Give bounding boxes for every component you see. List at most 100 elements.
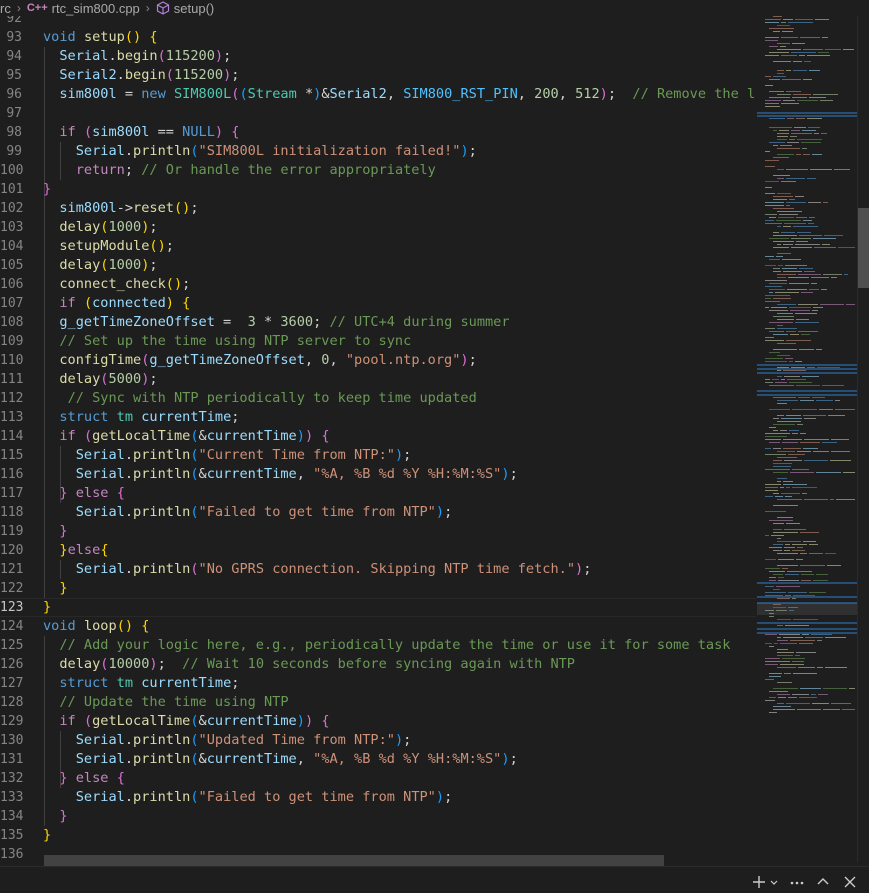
minimap-stroke <box>765 160 779 161</box>
minimap-stroke <box>773 529 782 530</box>
code-line[interactable]: 113 struct tm currentTime; <box>0 408 756 427</box>
chevron-up-icon[interactable] <box>815 874 831 890</box>
code-line[interactable]: 106 connect_check(); <box>0 275 756 294</box>
code-line[interactable]: 134 } <box>0 807 756 826</box>
code-line[interactable]: 97 <box>0 104 756 123</box>
minimap-stroke <box>831 277 837 278</box>
code-line[interactable]: 120 }else{ <box>0 541 756 560</box>
code-line[interactable]: 126 delay(10000); // Wait 10 seconds bef… <box>0 655 756 674</box>
minimap-stroke <box>773 544 783 545</box>
minimap-slider[interactable] <box>757 603 857 615</box>
code-line[interactable]: 92 <box>0 16 756 28</box>
minimap-stroke <box>765 106 780 107</box>
minimap-stroke <box>773 472 788 473</box>
code-line[interactable]: 135} <box>0 826 756 845</box>
vertical-scrollbar[interactable] <box>857 16 869 862</box>
code-editor[interactable]: 92 93 void setup() {94 Serial.begin(115200… <box>0 16 756 862</box>
minimap-stroke <box>765 658 780 659</box>
minimap-stroke <box>795 322 819 323</box>
code-line[interactable]: 125 // Add your logic here, e.g., period… <box>0 636 756 655</box>
minimap-stroke <box>777 499 802 500</box>
code-line[interactable]: 122 } <box>0 579 756 598</box>
code-line[interactable]: 96 sim800l = new SIM800L((Stream *)&Seri… <box>0 85 756 104</box>
code-line[interactable]: 101} <box>0 180 756 199</box>
chevron-right-icon: › <box>16 1 21 15</box>
code-line[interactable]: 129 if (getLocalTime(&currentTime)) { <box>0 712 756 731</box>
code-line[interactable]: 118 Serial.println("Failed to get time f… <box>0 503 756 522</box>
minimap-stroke <box>777 667 796 668</box>
minimap-stroke <box>765 166 775 167</box>
close-icon[interactable] <box>842 874 858 890</box>
code-line[interactable]: 100 return; // Or handle the error appro… <box>0 161 756 180</box>
line-code: connect_check(); <box>43 275 190 294</box>
breadcrumb-symbol[interactable]: setup() <box>174 1 214 16</box>
code-token: currentTime <box>206 751 297 767</box>
code-line[interactable]: 98 if (sim800l == NULL) { <box>0 123 756 142</box>
minimap-stroke <box>813 94 838 95</box>
breadcrumb-folder[interactable]: rc <box>0 1 11 16</box>
code-line[interactable]: 133 Serial.println("Failed to get time f… <box>0 788 756 807</box>
code-line[interactable]: 111 delay(5000); <box>0 370 756 389</box>
code-line[interactable]: 107 if (connected) { <box>0 294 756 313</box>
code-line[interactable]: 93 void setup() { <box>0 28 756 47</box>
minimap-stroke <box>777 43 790 44</box>
code-line[interactable]: 102 sim800l->reset(); <box>0 199 756 218</box>
minimap[interactable] <box>757 16 857 862</box>
code-token: SIM800L <box>173 86 232 102</box>
code-line[interactable]: 131 Serial.println(&currentTime, "%A, %B… <box>0 750 756 769</box>
code-line[interactable]: 104 setupModule(); <box>0 237 756 256</box>
code-line[interactable]: 95 Serial2.begin(115200); <box>0 66 756 85</box>
code-line[interactable]: 110 configTime(g_getTimeZoneOffset, 0, "… <box>0 351 756 370</box>
minimap-stroke <box>797 139 822 140</box>
code-token: 1000 <box>108 219 142 235</box>
more-icon[interactable] <box>789 874 805 890</box>
code-line[interactable]: 124 void loop() { <box>0 617 756 636</box>
code-line[interactable]: 115 Serial.println("Current Time from NT… <box>0 446 756 465</box>
minimap-stroke <box>765 469 790 470</box>
minimap-stroke <box>804 61 811 62</box>
code-token: * <box>255 314 281 330</box>
minimap-stroke <box>797 424 803 425</box>
code-line[interactable]: 128 // Update the time using NTP <box>0 693 756 712</box>
code-token: ( <box>190 466 199 482</box>
code-line[interactable]: 94 Serial.begin(115200); <box>0 47 756 66</box>
minimap-stroke <box>800 553 807 554</box>
minimap-stroke <box>779 634 800 635</box>
code-line[interactable]: 123} <box>0 598 756 617</box>
code-line[interactable]: 109 // Set up the time using NTP server … <box>0 332 756 351</box>
minimap-stroke <box>777 478 787 479</box>
code-line[interactable]: 116 Serial.println(&currentTime, "%A, %B… <box>0 465 756 484</box>
code-line[interactable]: 119 } <box>0 522 756 541</box>
code-line[interactable]: 130 Serial.println("Updated Time from NT… <box>0 731 756 750</box>
minimap-stroke <box>773 175 790 176</box>
code-token: , <box>296 466 314 482</box>
horizontal-scrollbar[interactable] <box>44 855 664 866</box>
minimap-stroke <box>777 625 783 626</box>
breadcrumb-file[interactable]: rtc_sim800.cpp <box>52 1 140 16</box>
code-line[interactable]: 132 } else { <box>0 769 756 788</box>
code-line[interactable]: 127 struct tm currentTime; <box>0 674 756 693</box>
chevron-down-icon[interactable] <box>769 874 779 890</box>
minimap-stroke <box>783 448 801 449</box>
code-line[interactable]: 105 delay(1000); <box>0 256 756 275</box>
code-line[interactable]: 108 g_getTimeZoneOffset = 3 * 3600; // U… <box>0 313 756 332</box>
code-line[interactable]: 117 } else { <box>0 484 756 503</box>
code-line[interactable]: 112 // Sync with NTP periodically to kee… <box>0 389 756 408</box>
code-line[interactable]: 114 if (getLocalTime(&currentTime)) { <box>0 427 756 446</box>
minimap-stroke <box>809 217 815 218</box>
minimap-stroke <box>769 292 773 293</box>
code-line[interactable]: 99 Serial.println("SIM800L initializatio… <box>0 142 756 161</box>
minimap-stroke <box>809 289 819 290</box>
minimap-stroke <box>783 226 791 227</box>
code-line[interactable]: 121 Serial.println("No GPRS connection. … <box>0 560 756 579</box>
code-token: ) <box>575 561 584 577</box>
minimap-stroke <box>786 202 806 203</box>
vertical-scrollbar-thumb[interactable] <box>858 208 869 288</box>
add-icon[interactable] <box>751 874 767 890</box>
code-line[interactable]: 103 delay(1000); <box>0 218 756 237</box>
minimap-stroke <box>791 130 800 131</box>
